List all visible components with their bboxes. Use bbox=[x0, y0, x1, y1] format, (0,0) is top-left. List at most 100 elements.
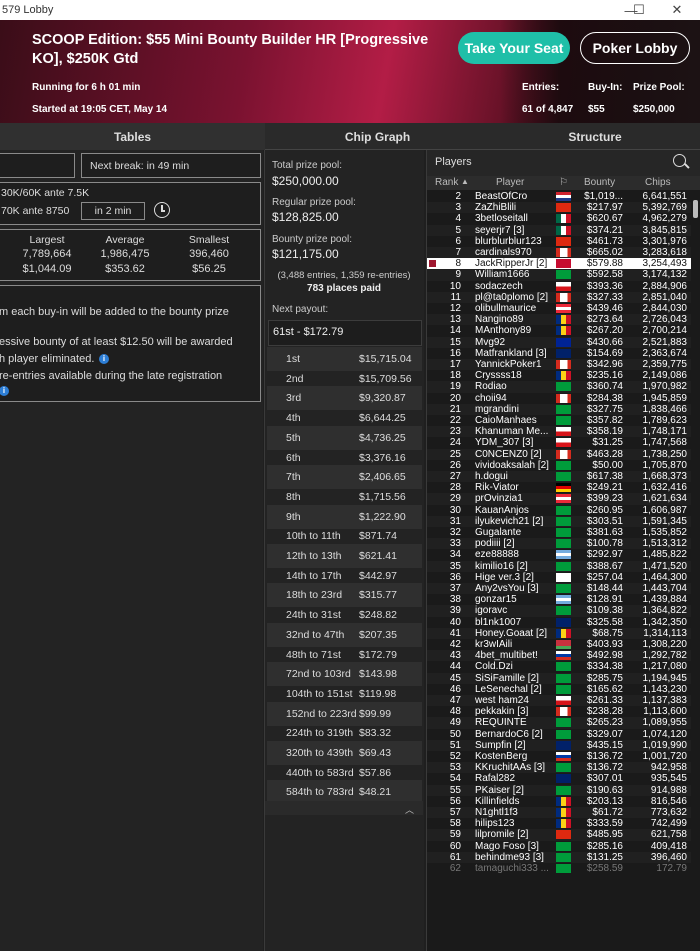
player-row[interactable]: 29 prOvinzia1 $399.23 1,621,634 bbox=[427, 493, 691, 505]
payout-amount: $9,320.87 bbox=[359, 392, 406, 405]
players-scrollbar[interactable] bbox=[692, 190, 700, 951]
player-row[interactable]: 37 Any2vsYou [3] $148.44 1,443,704 bbox=[427, 583, 691, 595]
player-row[interactable]: 43 4bet_multibet! $492.98 1,292,782 bbox=[427, 650, 691, 662]
player-row[interactable]: 20 choii94 $284.38 1,945,859 bbox=[427, 393, 691, 404]
player-row[interactable]: 39 igoravc $109.38 1,364,822 bbox=[427, 605, 691, 617]
player-row[interactable]: 4 3betloseitall $620.67 4,962,279 bbox=[427, 213, 691, 224]
player-row[interactable]: 46 LeSenechal [2] $165.62 1,143,230 bbox=[427, 684, 691, 695]
payout-amount: $442.97 bbox=[359, 569, 397, 582]
player-row[interactable]: 41 Honey.Goaat [2] $68.75 1,314,113 bbox=[427, 627, 691, 639]
player-row[interactable]: 51 Sumpfin [2] $435.15 1,019,990 bbox=[427, 739, 691, 751]
player-row[interactable]: 45 SiSiFamille [2] $285.75 1,194,945 bbox=[427, 672, 691, 684]
player-row[interactable]: 26 vividoaksalah [2] $50.00 1,705,870 bbox=[427, 460, 691, 471]
player-row[interactable]: 31 ilyukevich21 [2] $303.51 1,591,345 bbox=[427, 515, 691, 527]
player-row[interactable]: 5 seyerjr7 [3] $374.21 3,845,815 bbox=[427, 224, 691, 236]
player-bounty: $329.07 bbox=[586, 728, 623, 740]
largest-bounty: $1,044.09 bbox=[22, 263, 72, 275]
player-row[interactable]: 49 REQUINTE $265.23 1,089,955 bbox=[427, 717, 691, 729]
clock-icon[interactable] bbox=[154, 202, 170, 218]
poker-lobby-button[interactable]: Poker Lobby bbox=[580, 32, 690, 64]
player-row[interactable]: 32 Gugalante $381.63 1,535,852 bbox=[427, 527, 691, 538]
info-icon[interactable]: i bbox=[0, 386, 9, 396]
player-rank: 25 bbox=[449, 448, 461, 460]
player-row[interactable]: 35 kimilio16 [2] $388.67 1,471,520 bbox=[427, 560, 691, 572]
tab-tables[interactable]: Tables bbox=[0, 123, 265, 150]
player-row[interactable]: 14 MAnthony89 $267.20 2,700,214 bbox=[427, 325, 691, 336]
player-row[interactable]: 55 PKaiser [2] $190.63 914,988 bbox=[427, 784, 691, 796]
player-row[interactable]: 22 CaioManhaes $357.82 1,789,623 bbox=[427, 415, 691, 426]
player-row[interactable]: 7 cardinals970 $665.02 3,283,618 bbox=[427, 247, 691, 259]
player-row[interactable]: 24 YDM_307 [3] $31.25 1,747,568 bbox=[427, 437, 691, 448]
player-row[interactable]: 10 sodaczech $393.36 2,884,906 bbox=[427, 281, 691, 292]
player-rank: 42 bbox=[449, 639, 461, 650]
player-row[interactable]: 40 bl1nk1007 $325.58 1,342,350 bbox=[427, 617, 691, 628]
player-row[interactable]: 50 BernardoC6 [2] $329.07 1,074,120 bbox=[427, 729, 691, 740]
player-row[interactable]: 56 Killinfields $203.13 816,546 bbox=[427, 796, 691, 807]
player-row[interactable]: 11 pl@ta0plomo [2] $327.33 2,851,040 bbox=[427, 291, 691, 303]
player-row[interactable]: 13 Nangino89 $273.64 2,726,043 bbox=[427, 314, 691, 326]
player-header[interactable]: Player bbox=[496, 177, 524, 188]
player-row[interactable]: 12 olibullmaurice $439.46 2,844,030 bbox=[427, 303, 691, 314]
player-row[interactable]: 44 Cold.Dzi $334.38 1,217,080 bbox=[427, 661, 691, 672]
player-row[interactable]: 38 gonzar15 $128.91 1,439,884 bbox=[427, 594, 691, 605]
player-row[interactable]: 34 eze88888 $292.97 1,485,822 bbox=[427, 549, 691, 560]
player-row[interactable]: 6 blurblurblur123 $461.73 3,301,976 bbox=[427, 236, 691, 247]
player-row-self[interactable]: 8 JackRipperJr [2] $579.88 3,254,493 bbox=[427, 258, 691, 270]
player-row[interactable]: 47 west ham24 $261.33 1,137,383 bbox=[427, 695, 691, 707]
player-row[interactable]: 17 YannickPoker1 $342.96 2,359,775 bbox=[427, 359, 691, 371]
player-row[interactable]: 23 Khanuman Me... $358.19 1,748,171 bbox=[427, 426, 691, 438]
payout-place: 104th to 151st bbox=[286, 687, 353, 700]
lobby-tabs: Tables Chip Graph Structure bbox=[0, 123, 700, 150]
player-row[interactable]: 28 Rik-Viator $249.21 1,632,416 bbox=[427, 482, 691, 493]
player-row[interactable]: 36 Hige ver.3 [2] $257.04 1,464,300 bbox=[427, 572, 691, 583]
player-row[interactable]: 9 William1666 $592.58 3,174,132 bbox=[427, 269, 691, 281]
player-row[interactable]: 53 KKruchitAAs [3] $136.72 942,958 bbox=[427, 762, 691, 774]
player-row[interactable]: 33 podiiii [2] $100.78 1,513,312 bbox=[427, 538, 691, 550]
blinds-box: 30K/60K ante 7.5K 70K ante 8750 in 2 min bbox=[0, 182, 261, 225]
payout-place: 320th to 439th bbox=[286, 747, 354, 759]
player-name: olibullmaurice bbox=[475, 303, 537, 314]
player-rank: 62 bbox=[449, 863, 461, 874]
player-row[interactable]: 27 h.dogui $617.38 1,668,373 bbox=[427, 471, 691, 483]
player-row[interactable]: 16 Matfrankland [3] $154.69 2,363,674 bbox=[427, 348, 691, 359]
chevron-up-icon[interactable]: ︿ bbox=[405, 803, 414, 816]
info-icon[interactable]: i bbox=[99, 354, 109, 364]
player-row[interactable]: 3 ZaZhiBlili $217.97 5,392,769 bbox=[427, 202, 691, 214]
search-icon[interactable] bbox=[673, 154, 690, 169]
player-row[interactable]: 19 Rodiao $360.74 1,970,982 bbox=[427, 381, 691, 393]
info-line-3: h player eliminated. bbox=[0, 353, 95, 365]
payout-scrollbar[interactable]: ︿ bbox=[265, 801, 423, 815]
player-row[interactable]: 54 Rafal282 $307.01 935,545 bbox=[427, 773, 691, 784]
player-row[interactable]: 18 Cryssss18 $235.16 2,149,086 bbox=[427, 370, 691, 381]
payout-amount: $871.74 bbox=[359, 530, 397, 543]
player-row[interactable]: 58 hilips123 $333.59 742,499 bbox=[427, 818, 691, 829]
player-row[interactable]: 30 KauanAnjos $260.95 1,606,987 bbox=[427, 505, 691, 516]
player-row[interactable]: 60 Mago Foso [3] $285.16 409,418 bbox=[427, 841, 691, 852]
tab-chip-graph[interactable]: Chip Graph bbox=[265, 123, 490, 150]
close-icon[interactable]: ✕ bbox=[654, 0, 700, 20]
player-name: 4bet_multibet! bbox=[475, 650, 538, 662]
player-row[interactable]: 25 C0NCENZ0 [2] $463.28 1,738,250 bbox=[427, 448, 691, 460]
player-name: Cryssss18 bbox=[475, 370, 522, 382]
player-rank: 46 bbox=[449, 683, 461, 695]
country-flag-icon bbox=[556, 819, 571, 829]
player-row[interactable]: 62 tamaguchi333 ... $258.59 172.79 bbox=[427, 863, 691, 874]
player-row[interactable]: 2 BeastOfCro $1,019... 6,641,551 bbox=[427, 191, 691, 202]
player-row[interactable]: 52 KostenBerg $136.72 1,001,720 bbox=[427, 751, 691, 762]
scrollbar-thumb[interactable] bbox=[693, 200, 698, 218]
chips-header[interactable]: Chips bbox=[645, 177, 671, 188]
player-row[interactable]: 59 lilpromile [2] $485.95 621,758 bbox=[427, 829, 691, 841]
rank-header[interactable]: Rank bbox=[435, 177, 458, 188]
flag-header-icon[interactable]: ⚐ bbox=[559, 177, 568, 188]
player-row[interactable]: 61 behindme93 [3] $131.25 396,460 bbox=[427, 851, 691, 863]
player-row[interactable]: 15 Mvg92 $430.66 2,521,883 bbox=[427, 336, 691, 348]
tab-structure[interactable]: Structure bbox=[490, 123, 700, 150]
player-bounty: $307.01 bbox=[586, 773, 623, 785]
player-row[interactable]: 57 N1ghtl1f3 $61.72 773,632 bbox=[427, 807, 691, 819]
bounty-header[interactable]: Bounty bbox=[584, 177, 615, 188]
player-row[interactable]: 42 kr3wIAili $403.93 1,308,220 bbox=[427, 639, 691, 650]
player-row[interactable]: 21 mgrandini $327.75 1,838,466 bbox=[427, 403, 691, 415]
player-row[interactable]: 48 pekkakin [3] $238.28 1,113,600 bbox=[427, 706, 691, 717]
take-seat-button[interactable]: Take Your Seat bbox=[458, 32, 570, 64]
sort-asc-icon[interactable]: ▲ bbox=[461, 177, 469, 186]
